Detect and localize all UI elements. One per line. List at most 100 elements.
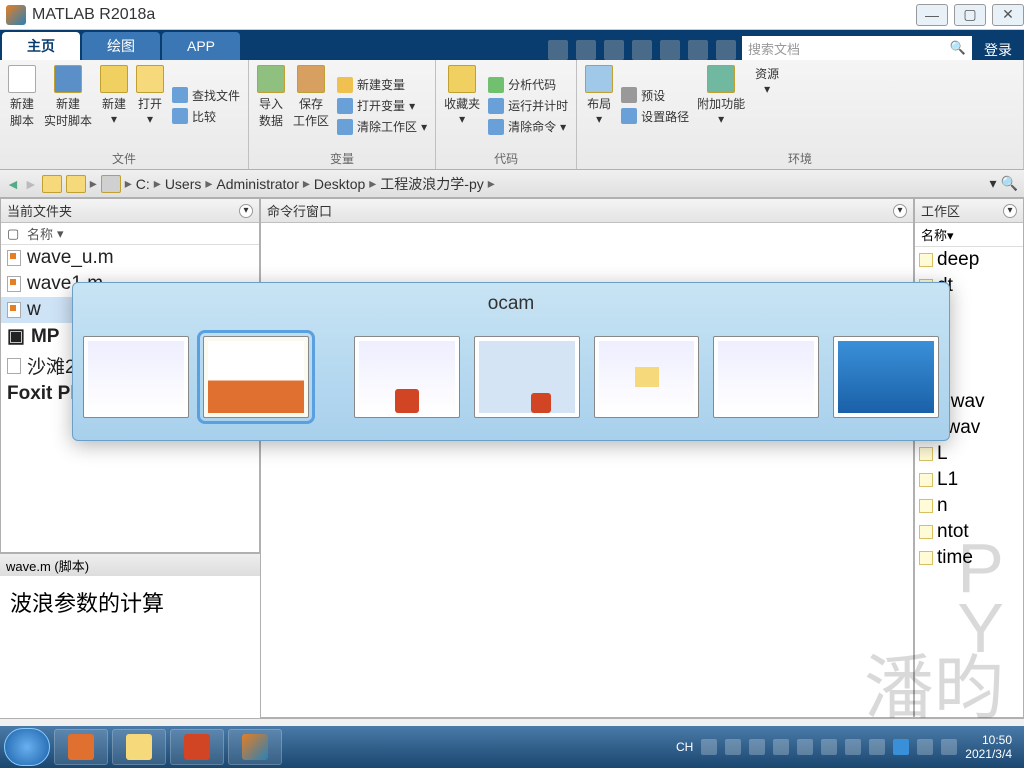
volume-icon[interactable] — [917, 739, 933, 755]
new-variable-button[interactable]: 新建变量 — [333, 74, 431, 95]
path-admin[interactable]: Administrator — [216, 176, 298, 192]
compare-button[interactable]: 比较 — [168, 106, 244, 127]
folder-icon[interactable] — [66, 175, 86, 193]
bluetooth-icon[interactable] — [893, 739, 909, 755]
panel-menu-icon[interactable]: ▾ — [1003, 204, 1017, 218]
close-button[interactable]: ✕ — [992, 4, 1024, 26]
tray-icon[interactable] — [797, 739, 813, 755]
taskbar-explorer[interactable] — [112, 729, 166, 765]
undo-icon[interactable] — [660, 40, 680, 60]
paste-icon[interactable] — [632, 40, 652, 60]
alt-tab-switcher[interactable]: ocam — [72, 282, 950, 441]
login-link[interactable]: 登录 — [972, 40, 1024, 60]
run-and-time-button[interactable]: 运行并计时 — [484, 95, 572, 116]
m-file-icon — [7, 276, 21, 292]
find-files-button[interactable]: 查找文件 — [168, 85, 244, 106]
editor-content: 波浪参数的计算 — [0, 576, 260, 628]
open-variable-button[interactable]: 打开变量 ▾ — [333, 95, 431, 116]
battery-icon[interactable] — [941, 739, 957, 755]
video-file-icon — [7, 358, 21, 374]
clock[interactable]: 10:50 2021/3/4 — [965, 733, 1012, 761]
var-icon — [919, 447, 933, 461]
redo-icon[interactable] — [688, 40, 708, 60]
maximize-button[interactable]: ▢ — [954, 4, 986, 26]
path-dropdown-icon[interactable]: ▾ — [990, 175, 997, 192]
var-icon — [919, 499, 933, 513]
var-icon — [919, 473, 933, 487]
var-icon — [919, 253, 933, 267]
alttab-thumb-editor[interactable] — [713, 336, 819, 418]
alttab-thumb-explorer[interactable] — [594, 336, 700, 418]
nav-fwd-icon[interactable]: ► — [24, 176, 38, 192]
ws-name-column[interactable]: 名称 — [921, 228, 947, 243]
title-bar: MATLAB R2018a — ▢ ✕ — [0, 0, 1024, 30]
analyze-code-button[interactable]: 分析代码 — [484, 74, 572, 95]
alttab-thumb-powerpoint2[interactable] — [474, 336, 580, 418]
new-script-button[interactable]: 新建 脚本 — [4, 63, 40, 148]
alttab-thumb-ocam[interactable] — [203, 336, 309, 418]
tab-home[interactable]: 主页 — [2, 32, 80, 60]
taskbar: CH 10:50 2021/3/4 — [0, 726, 1024, 768]
import-data-button[interactable]: 导入 数据 — [253, 63, 289, 148]
tab-plots[interactable]: 绘图 — [82, 32, 160, 60]
alttab-thumb-matlab[interactable] — [83, 336, 189, 418]
path-project[interactable]: 工程波浪力学-py — [380, 174, 483, 194]
clear-workspace-button[interactable]: 清除工作区 ▾ — [333, 116, 431, 137]
new-button[interactable]: 新建▾ — [96, 63, 132, 148]
workspace-var[interactable]: deep — [915, 247, 1023, 273]
workspace-var[interactable]: ntot — [915, 519, 1023, 545]
search-icon[interactable]: 🔍 — [950, 40, 966, 56]
var-icon — [919, 525, 933, 539]
tray-icon[interactable] — [821, 739, 837, 755]
panel-menu-icon[interactable]: ▾ — [893, 204, 907, 218]
clear-commands-button[interactable]: 清除命令 ▾ — [484, 116, 572, 137]
nav-back-icon[interactable]: ◄ — [6, 176, 20, 192]
new-live-script-button[interactable]: 新建 实时脚本 — [40, 63, 96, 148]
workspace-var[interactable]: L1 — [915, 467, 1023, 493]
save-icon[interactable] — [548, 40, 568, 60]
path-search-icon[interactable]: 🔍 — [1001, 175, 1018, 192]
tray-icon[interactable] — [845, 739, 861, 755]
path-users[interactable]: Users — [165, 176, 202, 192]
tray-icon[interactable] — [749, 739, 765, 755]
path-desktop[interactable]: Desktop — [314, 176, 365, 192]
tab-apps[interactable]: APP — [162, 32, 240, 60]
tray-icon[interactable] — [869, 739, 885, 755]
workspace-var[interactable]: time — [915, 545, 1023, 571]
set-path-button[interactable]: 设置路径 — [617, 106, 693, 127]
tray-icon[interactable] — [773, 739, 789, 755]
panel-menu-icon[interactable]: ▾ — [239, 204, 253, 218]
start-button[interactable] — [4, 728, 50, 766]
tray-icon[interactable] — [725, 739, 741, 755]
path-drive[interactable]: C: — [136, 176, 150, 192]
search-docs[interactable]: 搜索文档 🔍 — [742, 36, 972, 60]
alttab-thumb-powerpoint[interactable] — [354, 336, 460, 418]
favorites-button[interactable]: 收藏夹▾ — [440, 63, 484, 148]
save-workspace-button[interactable]: 保存 工作区 — [289, 63, 333, 148]
current-folder-title: 当前文件夹 — [7, 201, 72, 220]
cut-icon[interactable] — [576, 40, 596, 60]
ime-indicator[interactable]: CH — [676, 740, 693, 754]
ribbon: 新建 脚本 新建 实时脚本 新建▾ 打开▾ 查找文件 比较 文件 导入 数据 保… — [0, 60, 1024, 170]
taskbar-powerpoint[interactable] — [170, 729, 224, 765]
copy-icon[interactable] — [604, 40, 624, 60]
alttab-thumb-desktop[interactable] — [833, 336, 939, 418]
preferences-button[interactable]: 预设 — [617, 85, 693, 106]
help-icon[interactable] — [716, 40, 736, 60]
layout-button[interactable]: 布局▾ — [581, 63, 617, 148]
drive-icon[interactable] — [101, 175, 121, 193]
file-item[interactable]: wave_u.m — [1, 245, 259, 271]
folder-up-icon[interactable] — [42, 175, 62, 193]
workspace-title: 工作区 — [921, 201, 960, 220]
workspace-var[interactable]: L — [915, 441, 1023, 467]
group-code: 收藏夹▾ 分析代码 运行并计时 清除命令 ▾ 代码 — [436, 60, 577, 169]
addons-button[interactable]: 附加功能▾ — [693, 63, 749, 148]
resources-button[interactable]: 资源▾ — [749, 63, 785, 148]
minimize-button[interactable]: — — [916, 4, 948, 26]
name-column[interactable]: 名称 — [27, 224, 53, 243]
open-button[interactable]: 打开▾ — [132, 63, 168, 148]
workspace-var[interactable]: n — [915, 493, 1023, 519]
taskbar-matlab[interactable] — [228, 729, 282, 765]
tray-icon[interactable] — [701, 739, 717, 755]
taskbar-ocam[interactable] — [54, 729, 108, 765]
